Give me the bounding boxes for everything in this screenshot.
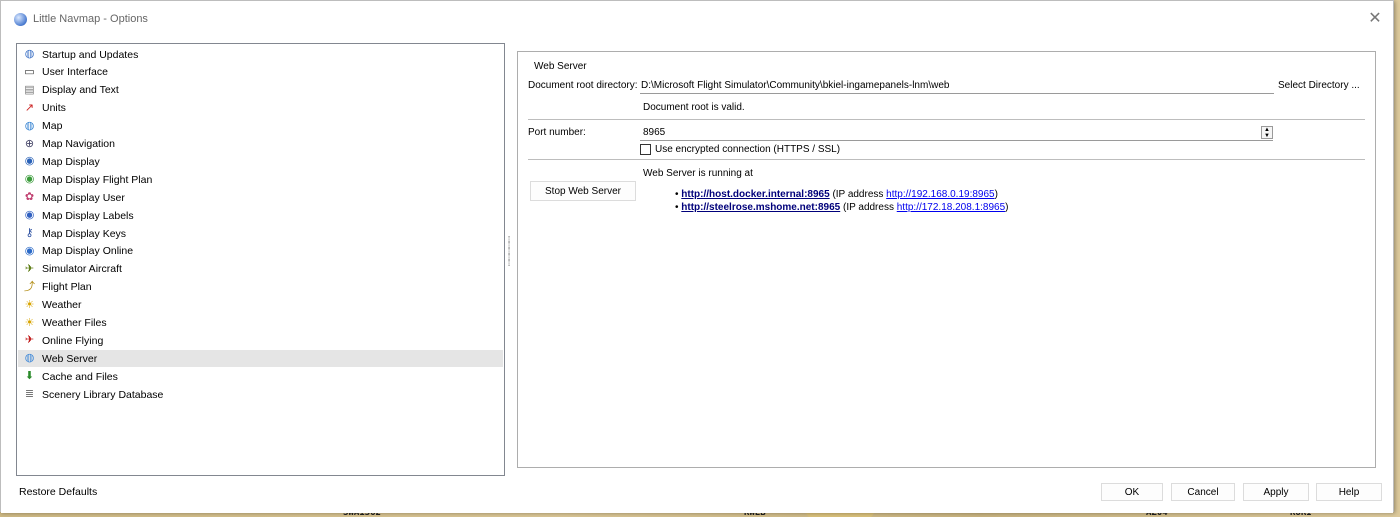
server-url-item: • http://host.docker.internal:8965 (IP a…	[675, 189, 998, 200]
dialog-content: ◍ Startup and Updates ▭ User Interface ▤ Disp…	[1, 37, 1393, 513]
window-title: Little Navmap - Options	[33, 13, 148, 25]
splitter-handle[interactable]: ⁞ ⁞ ⁞ ⁞ ⁞	[505, 236, 513, 277]
nav-item-label: Map Display Online	[42, 245, 134, 258]
doc-root-status: Document root is valid.	[643, 102, 745, 113]
restore-defaults-button[interactable]: Restore Defaults	[19, 486, 97, 498]
doc-root-label: Document root directory:	[528, 80, 638, 91]
nav-item-label: Map Display Labels	[42, 209, 134, 222]
nav-item[interactable]: ✈ Online Flying	[18, 332, 503, 349]
title-bar[interactable]: Little Navmap - Options ✕	[1, 1, 1393, 37]
nav-item-label: Online Flying	[42, 334, 104, 347]
web-server-icon: ◍	[24, 352, 35, 365]
database-icon: ≣	[24, 388, 35, 401]
globe-update-icon: ◍	[24, 48, 35, 60]
nav-item[interactable]: ◉ Map Display	[18, 153, 503, 170]
nav-item-label: Weather Files	[42, 317, 107, 329]
help-button[interactable]: Help	[1316, 483, 1382, 501]
server-url-link[interactable]: http://steelrose.mshome.net:8965	[681, 202, 840, 213]
nav-item-label: Simulator Aircraft	[42, 263, 122, 276]
nav-item[interactable]: ▭ User Interface	[18, 64, 503, 81]
ruler-icon: ↗	[24, 101, 35, 114]
divider	[528, 119, 1365, 120]
nav-item-label: Startup and Updates	[42, 48, 139, 61]
nav-item-label: Map Display User	[42, 191, 125, 204]
select-directory-button[interactable]: Select Directory ...	[1278, 80, 1360, 91]
nav-item-label: Weather	[42, 299, 82, 312]
cancel-button[interactable]: Cancel	[1171, 483, 1235, 501]
encrypted-label[interactable]: Use encrypted connection (HTTPS / SSL)	[655, 144, 840, 155]
nav-item-label: Map	[42, 120, 63, 133]
server-url-link[interactable]: http://host.docker.internal:8965	[681, 189, 829, 200]
nav-item-label: Cache and Files	[42, 370, 118, 383]
navigation-icon: ⊕	[24, 137, 35, 150]
section-title: Web Server	[534, 61, 587, 72]
nav-item[interactable]: ◍ Startup and Updates	[18, 46, 503, 63]
online-flying-icon: ✈	[24, 334, 35, 347]
nav-item[interactable]: ✈ Simulator Aircraft	[18, 261, 503, 278]
server-url-item: • http://steelrose.mshome.net:8965 (IP a…	[675, 202, 1009, 213]
document-icon: ▤	[24, 83, 35, 96]
nav-item-label: Units	[42, 102, 66, 115]
nav-item[interactable]: ◍ Web Server	[18, 350, 503, 368]
map-display-icon: ◉	[24, 155, 35, 168]
nav-item[interactable]: ◉ Map Display Labels	[18, 207, 503, 224]
labels-icon: ◉	[24, 209, 35, 222]
user-feature-icon: ✿	[24, 191, 35, 204]
nav-item[interactable]: ☀ Weather Files	[18, 315, 503, 332]
nav-item-label: Map Display	[42, 155, 100, 168]
divider	[528, 159, 1365, 160]
globe-icon: ◍	[24, 119, 35, 132]
ip-url-link[interactable]: http://172.18.208.1:8965	[897, 202, 1005, 213]
nav-item[interactable]: ☀ Weather	[18, 297, 503, 314]
nav-item[interactable]: ⚷ Map Display Keys	[18, 225, 503, 242]
weather-files-icon: ☀	[24, 316, 35, 329]
options-nav-tree[interactable]: ◍ Startup and Updates ▭ User Interface ▤ Disp…	[16, 43, 505, 476]
port-value: 8965	[643, 127, 666, 138]
nav-item-label: Map Display Keys	[42, 227, 127, 240]
nav-item[interactable]: ◉ Map Display Online	[18, 243, 503, 260]
spin-arrows-icon[interactable]: ▲ ▼	[1261, 126, 1273, 139]
nav-item-label: Map Navigation	[42, 138, 115, 150]
nav-item[interactable]: ✿ Map Display User	[18, 189, 503, 206]
nav-item[interactable]: ≣ Scenery Library Database	[18, 386, 503, 403]
web-server-panel: Web Server Document root directory: D:\M…	[517, 51, 1376, 468]
port-spinbox[interactable]: 8965 ▲ ▼	[640, 125, 1273, 141]
flight-plan-icon: ⤴	[24, 280, 35, 293]
flight-plan-display-icon: ◉	[24, 173, 35, 186]
nav-item[interactable]: ⊕ Map Navigation	[18, 136, 503, 153]
app-globe-icon	[14, 12, 27, 26]
running-status-text: Web Server is running at	[643, 168, 753, 179]
aircraft-icon: ✈	[24, 262, 35, 275]
nav-item[interactable]: ↗ Units	[18, 100, 503, 117]
port-label: Port number:	[528, 127, 586, 138]
nav-item-label: Display and Text	[42, 84, 119, 97]
keys-icon: ⚷	[25, 227, 34, 239]
nav-item[interactable]: ◍ Map	[18, 118, 503, 135]
nav-item-label: Scenery Library Database	[42, 388, 164, 401]
nav-item[interactable]: ▤ Display and Text	[18, 82, 503, 99]
stop-web-server-button[interactable]: Stop Web Server	[530, 181, 636, 201]
nav-item-label: User Interface	[42, 66, 108, 79]
options-dialog: Little Navmap - Options ✕ ◍ Startup and U…	[0, 0, 1394, 513]
doc-root-input[interactable]: D:\Microsoft Flight Simulator\Community\…	[640, 78, 1274, 94]
window-icon: ▭	[24, 65, 35, 78]
ip-url-link[interactable]: http://192.168.0.19:8965	[886, 189, 994, 200]
nav-item-label: Web Server	[42, 352, 98, 365]
nav-item[interactable]: ⤴ Flight Plan	[18, 279, 503, 296]
weather-icon: ☀	[24, 298, 35, 311]
ok-button[interactable]: OK	[1101, 483, 1163, 501]
encrypted-checkbox[interactable]	[640, 144, 651, 155]
close-button[interactable]: ✕	[1367, 10, 1383, 26]
apply-button[interactable]: Apply	[1243, 483, 1309, 501]
nav-item[interactable]: ◉ Map Display Flight Plan	[18, 171, 503, 188]
nav-item-label: Map Display Flight Plan	[42, 173, 153, 186]
nav-item-label: Flight Plan	[42, 281, 92, 294]
online-display-icon: ◉	[24, 244, 35, 257]
nav-item[interactable]: ⬇ Cache and Files	[18, 368, 503, 385]
cache-download-icon: ⬇	[24, 370, 35, 383]
